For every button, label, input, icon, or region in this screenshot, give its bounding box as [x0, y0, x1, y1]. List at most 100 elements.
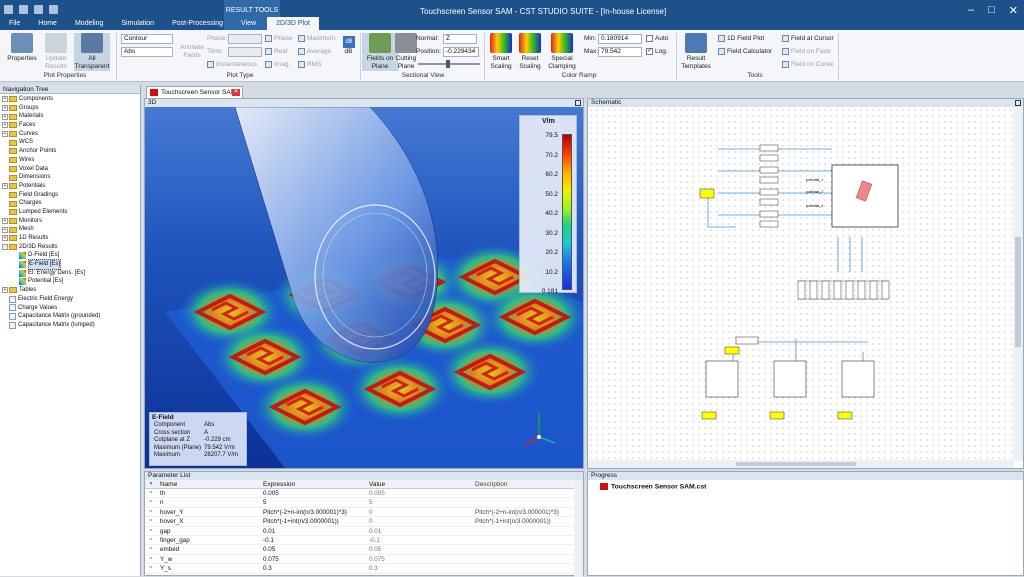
column-expression[interactable]: Expression [263, 480, 369, 488]
nav-item[interactable]: Capacitance Matrix (grounded) [0, 312, 140, 321]
expander-icon[interactable] [12, 279, 18, 285]
maximize-icon[interactable]: □ [988, 4, 995, 17]
nav-item[interactable]: Lumped Elements [0, 208, 140, 217]
average-option[interactable]: Average [298, 48, 331, 55]
max-input[interactable]: 79.542 [598, 47, 642, 57]
schematic-horizontal-scrollbar[interactable] [588, 460, 1014, 468]
phase-option[interactable]: Phase [265, 35, 292, 42]
nav-item[interactable]: + Monitors [0, 217, 140, 226]
parameter-expression[interactable]: -0.1 [263, 536, 369, 544]
nav-item[interactable]: Anchor Points [0, 147, 140, 156]
parameter-row[interactable]: = Y_w 0.075 0.075 [145, 555, 583, 565]
position-input[interactable]: -0.229434 [443, 47, 479, 57]
column-name[interactable]: Name [157, 480, 263, 488]
properties-button[interactable]: Properties [4, 33, 40, 63]
nav-item[interactable]: Dimensions [0, 173, 140, 182]
expander-icon[interactable]: + [2, 226, 8, 233]
minimize-icon[interactable]: – [968, 4, 974, 17]
expander-icon[interactable]: + [2, 235, 8, 242]
parameter-expression[interactable]: 5 [263, 498, 369, 506]
nav-item[interactable]: + Mesh [0, 225, 140, 234]
expander-icon[interactable] [2, 192, 8, 198]
parameter-expression[interactable]: 0.075 [263, 555, 369, 563]
nav-item[interactable]: D-Field [Es] [0, 251, 140, 260]
update-results-button[interactable]: Update Results [38, 33, 74, 71]
save-icon[interactable] [4, 5, 13, 14]
field-on-face-button[interactable]: Field on Face [782, 48, 830, 55]
nav-item[interactable]: + Components [0, 95, 140, 104]
tab-view[interactable]: View [232, 17, 265, 30]
expander-icon[interactable] [12, 261, 18, 267]
expander-icon[interactable]: + [2, 183, 8, 190]
log-checkbox[interactable]: ✓ Log. [646, 48, 668, 55]
phase-input[interactable] [228, 34, 262, 44]
parameter-row[interactable]: = hover_X Pitch*(-1+int(n/3.0000001)) 0 Pitc… [145, 517, 583, 527]
maximize-panel-icon[interactable] [575, 100, 581, 106]
min-input[interactable]: 0.180914 [598, 34, 642, 44]
nav-item[interactable]: +1D Results [0, 234, 140, 243]
nav-item[interactable]: Voxel Data [0, 165, 140, 174]
close-icon[interactable]: ✕ [1009, 4, 1018, 17]
parameter-row[interactable]: = embed 0.05 0.05 [145, 545, 583, 555]
nav-item[interactable]: Potential [Es] [0, 277, 140, 286]
nav-item[interactable]: El. Energy Dens. [Es] [0, 269, 140, 278]
nav-item[interactable]: + Potentials [0, 182, 140, 191]
tab-post-processing[interactable]: Post-Processing [163, 17, 232, 30]
position-slider[interactable] [418, 60, 480, 68]
auto-checkbox[interactable]: Auto [646, 35, 668, 42]
nav-item[interactable]: + Curves [0, 130, 140, 139]
nav-item[interactable]: - 2D/3D Results [0, 243, 140, 252]
imag-option[interactable]: Imag. [265, 61, 290, 68]
nav-item[interactable]: + Faces [0, 121, 140, 130]
field-at-cursor-button[interactable]: Field at Cursor [782, 35, 834, 42]
parameter-row[interactable]: = finger_gap -0.1 -0.1 [145, 536, 583, 546]
nav-item[interactable]: Electric Field Energy [0, 295, 140, 304]
tab-file[interactable]: File [0, 17, 29, 30]
tab-simulation[interactable]: Simulation [112, 17, 163, 30]
parameter-expression[interactable]: 0.05 [263, 545, 369, 553]
nav-item[interactable]: Charges [0, 199, 140, 208]
nav-item[interactable]: + Materials [0, 112, 140, 121]
nav-item[interactable]: Charge Values [0, 304, 140, 313]
close-tab-icon[interactable]: ✕ [232, 89, 240, 96]
expander-icon[interactable] [2, 305, 8, 311]
plot-mode-select[interactable]: Contour [121, 34, 173, 44]
expander-icon[interactable] [2, 166, 8, 172]
expander-icon[interactable]: + [2, 96, 8, 103]
maximize-panel-icon[interactable] [1015, 100, 1021, 106]
all-transparent-button[interactable]: All Transparent [74, 33, 110, 71]
expander-icon[interactable] [2, 157, 8, 163]
expander-icon[interactable] [12, 253, 18, 259]
expander-icon[interactable] [12, 270, 18, 276]
filter-icon[interactable]: ▼ [145, 480, 157, 488]
nav-item[interactable]: Field Gradings [0, 191, 140, 200]
special-clamping-button[interactable]: Special Clamping [544, 33, 580, 71]
expander-icon[interactable]: + [2, 131, 8, 138]
result-templates-button[interactable]: Result Templates [678, 33, 714, 71]
expander-icon[interactable] [2, 175, 8, 181]
scroll-thumb[interactable] [1015, 237, 1021, 347]
parameter-row[interactable]: = th 0.005 0.005 [145, 489, 583, 499]
undo-icon[interactable] [19, 5, 28, 14]
progress-item[interactable]: Touchscreen Sensor SAM.cst [600, 483, 706, 490]
time-input[interactable] [228, 47, 262, 57]
parameter-expression[interactable]: 0.3 [263, 564, 369, 572]
expander-icon[interactable]: + [2, 217, 8, 224]
expander-icon[interactable] [2, 140, 8, 146]
nav-item[interactable]: E-Field [Es] [0, 259, 140, 270]
1d-field-plot-button[interactable]: 1D Field Plot [718, 35, 764, 42]
expander-icon[interactable] [2, 201, 8, 207]
normal-select[interactable]: Z [443, 34, 477, 44]
tab-2d-3d-plot[interactable]: 2D/3D Plot [267, 17, 319, 30]
scroll-thumb[interactable] [736, 462, 856, 466]
expander-icon[interactable] [2, 296, 8, 302]
slider-thumb[interactable] [446, 60, 450, 68]
schematic-canvas[interactable]: potential_1 potential_2 potential_3 [588, 107, 1014, 461]
expander-icon[interactable] [2, 322, 8, 328]
parameter-expression[interactable]: Pitch*(-2+n-int(n/3.000001)*3) [263, 508, 369, 516]
redo-icon[interactable] [34, 5, 43, 14]
nav-item[interactable]: + Groups [0, 104, 140, 113]
tab-home[interactable]: Home [29, 17, 66, 30]
parameter-row[interactable]: = n 5 5 [145, 498, 583, 508]
nav-item[interactable]: WCS [0, 138, 140, 147]
